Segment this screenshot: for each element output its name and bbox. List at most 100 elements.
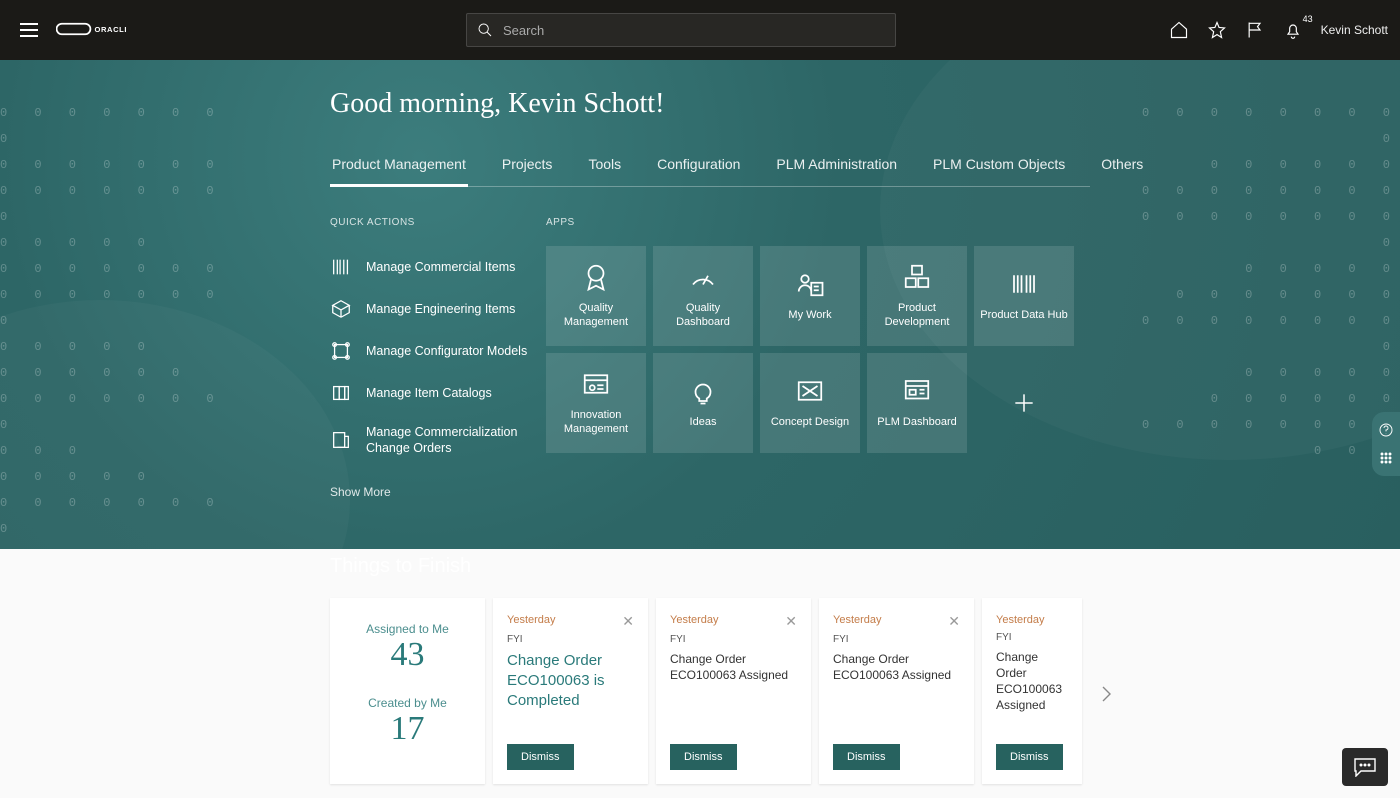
svg-text:ORACLE: ORACLE [95, 24, 127, 33]
qa-manage-commercialization-change-orders[interactable]: Manage Commercialization Change Orders [330, 414, 540, 467]
app-innovation-management[interactable]: Innovation Management [546, 353, 646, 453]
apps-panel: APPS Quality Management Quality Dashboar… [546, 217, 1090, 501]
main-content: Good morning, Kevin Schott! Product Mana… [330, 60, 1090, 798]
decorative-pattern: 0 0 0 0 0 0 0 0 00 0 0 0 0 00 0 0 0 0 0 … [1120, 100, 1400, 550]
ttf-card[interactable]: Yesterday ✕ FYI Change Order ECO100063 i… [493, 598, 648, 784]
qa-manage-commercial-items[interactable]: Manage Commercial Items [330, 246, 540, 288]
carousel-next-button[interactable] [1094, 682, 1118, 706]
close-icon[interactable]: ✕ [785, 614, 797, 628]
quick-actions-panel: QUICK ACTIONS Manage Commercial Items Ma… [330, 217, 540, 501]
window-icon [581, 369, 611, 399]
ttf-card[interactable]: Yesterday ✕ FYI Change Order ECO100063 A… [656, 598, 811, 784]
app-ideas[interactable]: Ideas [653, 353, 753, 453]
qa-manage-configurator-models[interactable]: Manage Configurator Models [330, 330, 540, 372]
my-work-icon [795, 269, 825, 299]
gauge-icon [688, 262, 718, 292]
card-timestamp: Yesterday [833, 614, 882, 626]
close-icon[interactable]: ✕ [948, 614, 960, 628]
tab-projects[interactable]: Projects [500, 148, 555, 186]
menu-icon[interactable] [20, 18, 44, 42]
card-tag: FYI [996, 632, 1068, 643]
assigned-to-me-label: Assigned to Me [366, 622, 449, 636]
cube-icon [330, 298, 352, 320]
nav-tabs: Product Management Projects Tools Config… [330, 148, 1090, 187]
dismiss-button[interactable]: Dismiss [670, 744, 737, 770]
home-icon[interactable] [1169, 20, 1189, 40]
tab-configuration[interactable]: Configuration [655, 148, 742, 186]
tab-others[interactable]: Others [1099, 148, 1145, 186]
configurator-icon [330, 340, 352, 362]
side-panel-toggle[interactable] [1372, 412, 1400, 476]
app-quality-management[interactable]: Quality Management [546, 246, 646, 346]
card-body: Change Order ECO100063 Assigned [833, 651, 960, 683]
qa-label: Manage Item Catalogs [366, 385, 492, 401]
plus-icon [1011, 390, 1037, 416]
lightbulb-icon [688, 376, 718, 406]
chat-icon [1352, 757, 1378, 777]
created-by-me-label: Created by Me [368, 696, 447, 710]
dismiss-button[interactable]: Dismiss [507, 744, 574, 770]
app-add-tile[interactable] [974, 353, 1074, 453]
app-concept-design[interactable]: Concept Design [760, 353, 860, 453]
app-label: PLM Dashboard [877, 416, 957, 430]
card-timestamp: Yesterday [996, 614, 1045, 626]
qa-label: Manage Engineering Items [366, 301, 515, 317]
app-product-development[interactable]: Product Development [867, 246, 967, 346]
card-body: Change Order ECO100063 Assigned [670, 651, 797, 683]
global-header: ORACLE 43 Kevin Schott [0, 0, 1400, 60]
tab-product-management[interactable]: Product Management [330, 148, 468, 187]
help-icon [1378, 422, 1394, 438]
ribbon-icon [581, 262, 611, 292]
tab-plm-custom-objects[interactable]: PLM Custom Objects [931, 148, 1067, 186]
ttf-card[interactable]: Yesterday FYI Change Order ECO100063 Ass… [982, 598, 1082, 784]
dismiss-button[interactable]: Dismiss [996, 744, 1063, 770]
tab-plm-administration[interactable]: PLM Administration [774, 148, 899, 186]
header-actions: 43 Kevin Schott [1169, 20, 1392, 40]
star-icon[interactable] [1207, 20, 1227, 40]
app-label: My Work [788, 309, 831, 323]
app-product-data-hub[interactable]: Product Data Hub [974, 246, 1074, 346]
card-tag: FYI [670, 634, 797, 645]
app-label: Quality Management [552, 302, 640, 330]
app-plm-dashboard[interactable]: PLM Dashboard [867, 353, 967, 453]
global-search[interactable] [466, 13, 896, 47]
tab-tools[interactable]: Tools [586, 148, 623, 186]
change-order-icon [330, 429, 352, 451]
card-body: Change Order ECO100063 Assigned [996, 649, 1068, 714]
card-tag: FYI [507, 634, 634, 645]
qa-manage-item-catalogs[interactable]: Manage Item Catalogs [330, 372, 540, 414]
app-label: Product Data Hub [980, 309, 1067, 323]
brand-logo[interactable]: ORACLE [56, 20, 126, 41]
bell-icon[interactable]: 43 [1283, 20, 1303, 40]
app-label: Innovation Management [552, 409, 640, 437]
chat-button[interactable] [1342, 748, 1388, 786]
close-icon[interactable]: ✕ [622, 614, 634, 628]
barcode-icon [1009, 269, 1039, 299]
dismiss-button[interactable]: Dismiss [833, 744, 900, 770]
search-input[interactable] [493, 23, 885, 38]
username[interactable]: Kevin Schott [1321, 23, 1388, 37]
dashboard-icon [902, 376, 932, 406]
flag-icon[interactable] [1245, 20, 1265, 40]
barcode-icon [330, 256, 352, 278]
quick-actions-heading: QUICK ACTIONS [330, 217, 540, 228]
things-to-finish-heading: Things to Finish [330, 555, 1090, 578]
app-my-work[interactable]: My Work [760, 246, 860, 346]
app-label: Product Development [873, 302, 961, 330]
assigned-to-me-count: 43 [366, 636, 449, 674]
card-timestamp: Yesterday [507, 614, 556, 626]
design-icon [795, 376, 825, 406]
catalog-icon [330, 382, 352, 404]
card-tag: FYI [833, 634, 960, 645]
qa-label: Manage Commercial Items [366, 259, 515, 275]
ttf-summary-card[interactable]: Assigned to Me 43 Created by Me 17 [330, 598, 485, 784]
card-body: Change Order ECO100063 is Completed [507, 651, 634, 712]
blocks-icon [902, 262, 932, 292]
qa-manage-engineering-items[interactable]: Manage Engineering Items [330, 288, 540, 330]
qa-show-more[interactable]: Show More [330, 485, 391, 499]
ttf-card[interactable]: Yesterday ✕ FYI Change Order ECO100063 A… [819, 598, 974, 784]
search-icon [477, 22, 493, 38]
app-quality-dashboard[interactable]: Quality Dashboard [653, 246, 753, 346]
page-greeting: Good morning, Kevin Schott! [330, 88, 1090, 120]
created-by-me-count: 17 [368, 710, 447, 748]
